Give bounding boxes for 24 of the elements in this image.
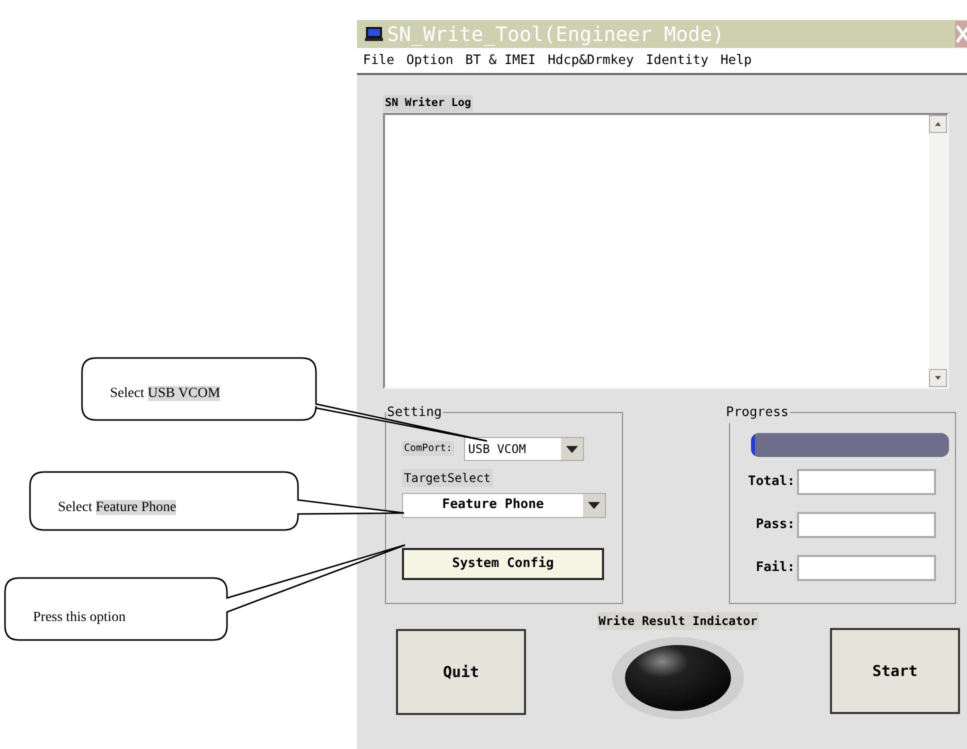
menu-item[interactable]: BT & IMEI — [465, 50, 536, 70]
comport-dropdown[interactable]: USB VCOM — [464, 436, 584, 460]
menu-item[interactable]: File — [363, 50, 394, 70]
system-config-button[interactable]: System Config — [402, 548, 604, 580]
indicator-label: Write Result Indicator — [596, 612, 760, 630]
target-dropdown[interactable]: Feature Phone — [402, 492, 606, 518]
callout-text: Select USB VCOM — [110, 385, 220, 403]
log-label: SN Writer Log — [383, 95, 474, 112]
menu-item[interactable]: Option — [406, 50, 454, 70]
field-label: Fail: — [754, 558, 796, 577]
quit-button[interactable]: Quit — [396, 629, 526, 715]
callout-text: Select Feature Phone — [58, 499, 176, 517]
menu-item[interactable]: Identity — [646, 50, 708, 70]
menu-item[interactable]: Help — [720, 50, 752, 70]
group-label: Progress — [725, 404, 790, 422]
start-button[interactable]: Start — [830, 628, 960, 714]
field-label: Pass: — [754, 516, 796, 534]
menu-item[interactable]: Hdcp&Drmkey — [548, 50, 634, 70]
window-title: SN_Write_Tool(Engineer Mode) — [387, 24, 724, 44]
target-label: TargetSelect — [402, 468, 493, 486]
callout-text: Press this option — [33, 609, 126, 627]
group-label: Setting — [386, 404, 443, 422]
comport-label: ComPort: — [402, 441, 454, 456]
field-label: Total: — [747, 472, 796, 491]
